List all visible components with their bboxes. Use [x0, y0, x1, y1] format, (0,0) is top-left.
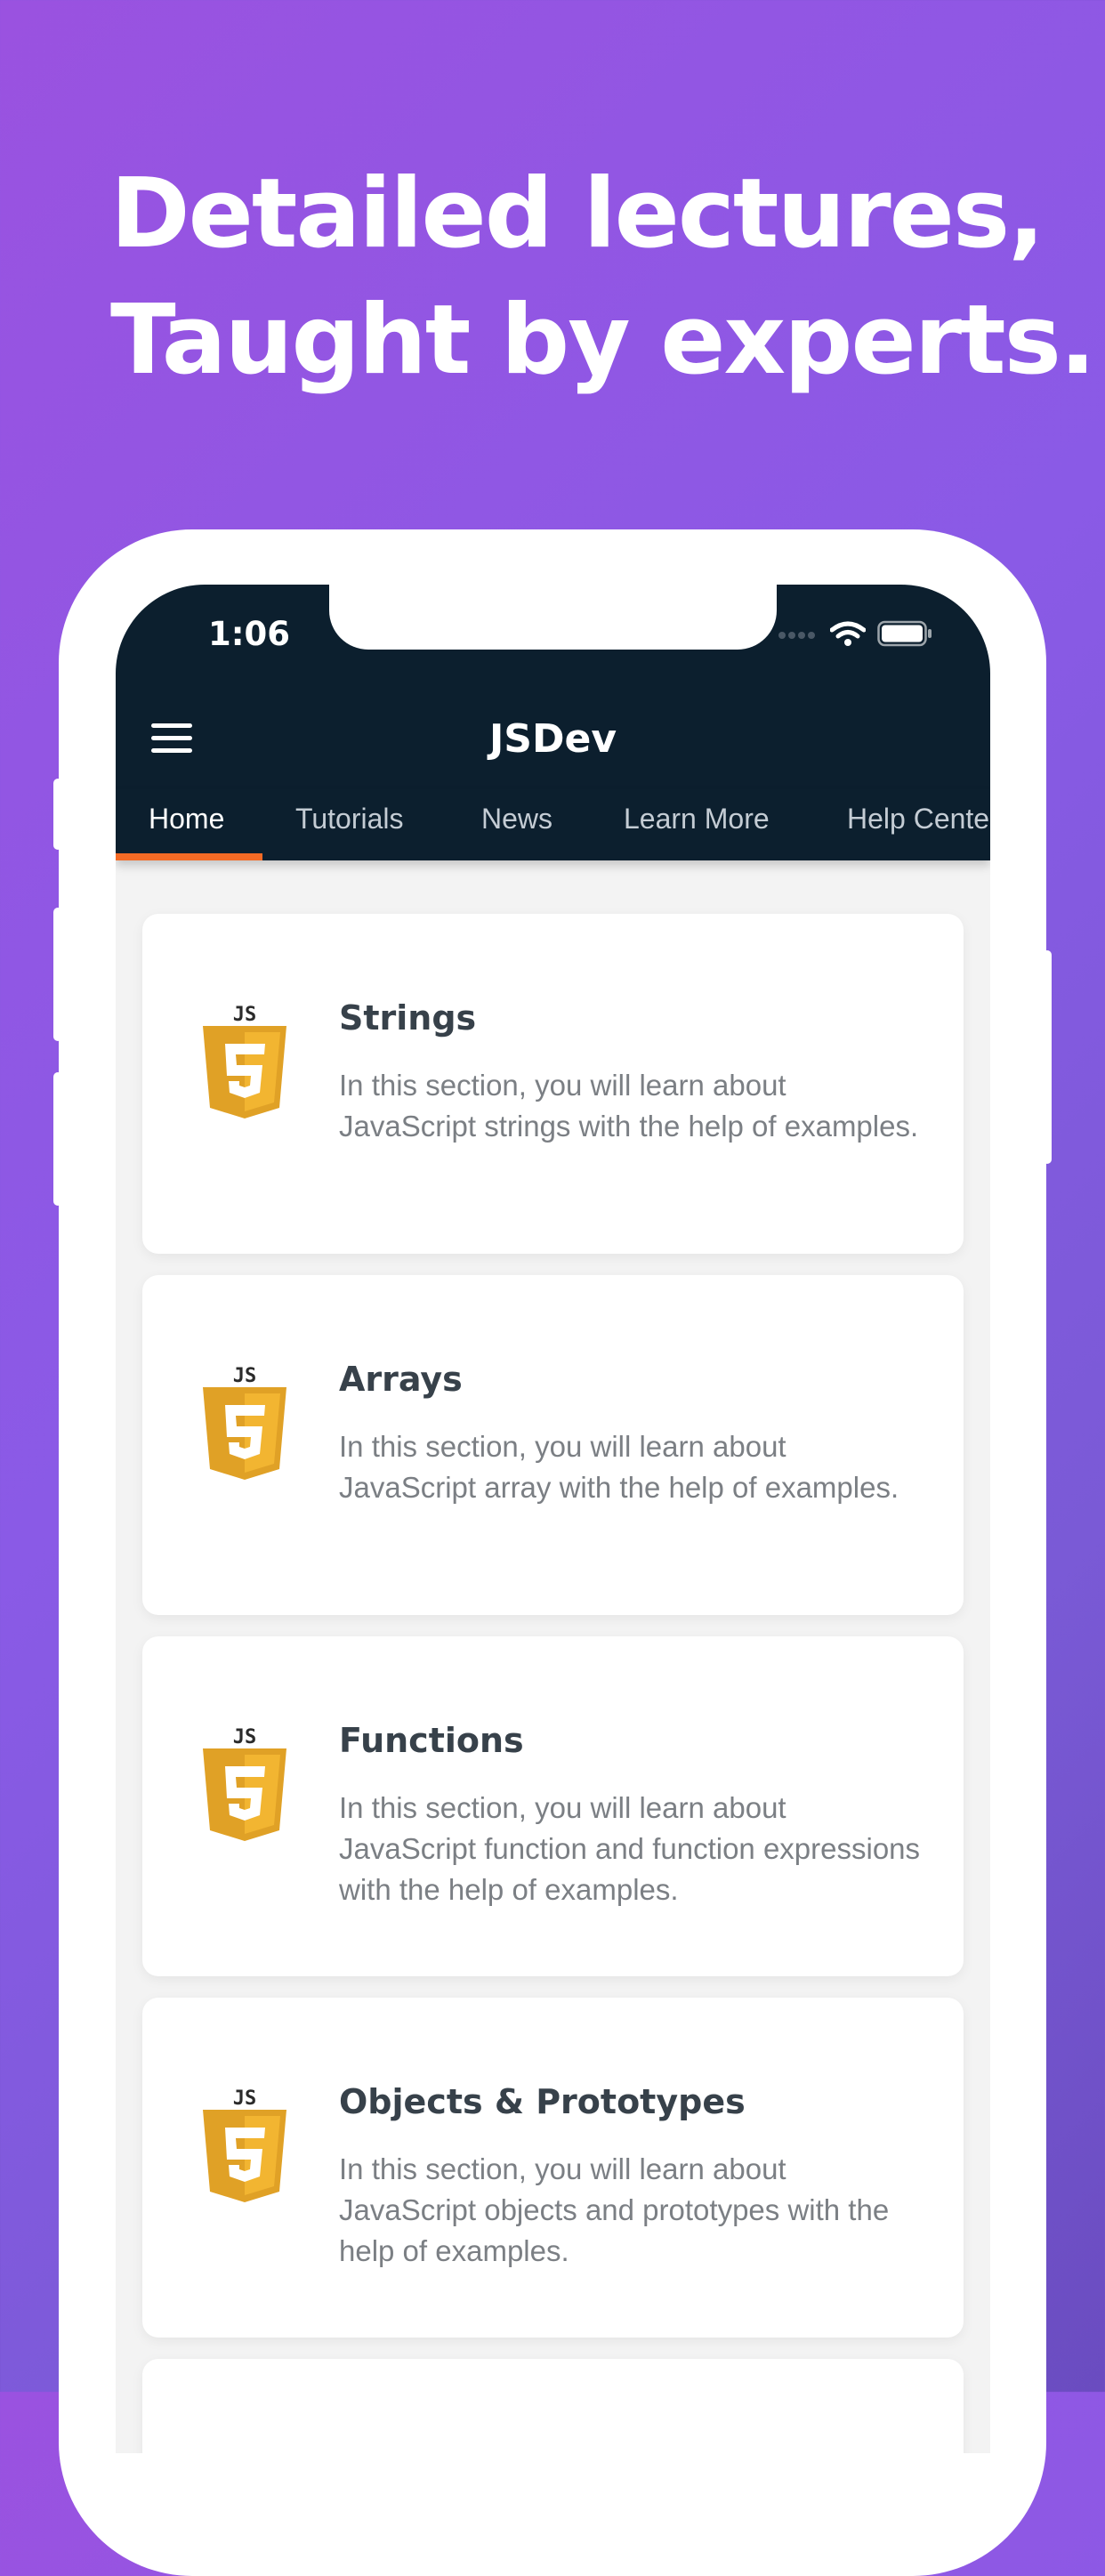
svg-text:JS: JS: [233, 1365, 257, 1387]
lecture-description: In this section, you will learn about Ja…: [339, 1430, 899, 1504]
js-html5-logo-icon: JS: [203, 1365, 286, 1480]
lecture-title: Objects & Prototypes: [339, 2082, 746, 2121]
status-time: 1:06: [208, 615, 291, 653]
lecture-card[interactable]: JS Functions In this section, you will l…: [142, 1636, 964, 1976]
headline-line-2: Taught by experts.: [110, 285, 1096, 396]
tab-help-center[interactable]: Help Center: [847, 789, 990, 860]
js-html5-logo-icon: JS: [203, 1726, 286, 1841]
headline-line-1: Detailed lectures,: [110, 158, 1045, 270]
lecture-card[interactable]: JS Objects & Prototypes In this section,…: [142, 1998, 964, 2338]
phone-volume-up: [53, 908, 62, 1041]
svg-text:JS: JS: [233, 2087, 257, 2110]
js-html5-logo-icon: JS: [203, 1004, 286, 1118]
lecture-title: Strings: [339, 998, 477, 1038]
phone-silent-switch: [53, 779, 62, 850]
tab-home[interactable]: Home: [149, 789, 224, 860]
battery-icon: [877, 620, 932, 647]
lecture-description: In this section, you will learn about Ja…: [339, 1069, 919, 1143]
app-title: JSDev: [488, 716, 617, 762]
lecture-title: Functions: [339, 1721, 524, 1760]
lecture-description: In this section, you will learn about Ja…: [339, 1791, 921, 1906]
wifi-icon: [830, 621, 866, 646]
phone-volume-down: [53, 1072, 62, 1206]
app-bar: JSDev: [116, 691, 990, 789]
svg-text:JS: JS: [233, 1004, 257, 1026]
lecture-description: In this section, you will learn about Ja…: [339, 2152, 890, 2267]
phone-notch: [329, 585, 777, 650]
lecture-title: Arrays: [339, 1360, 463, 1399]
promo-headline: Detailed lectures, Taught by experts.: [110, 151, 1096, 404]
status-bar: 1:06: [116, 585, 990, 691]
lecture-card[interactable]: JS Arrays In this section, you will lear…: [142, 1275, 964, 1615]
tab-bar: Home Tutorials News Learn More Help Cent…: [116, 789, 990, 860]
tab-tutorials[interactable]: Tutorials: [295, 789, 404, 860]
lecture-card[interactable]: JS Strings In this section, you will lea…: [142, 914, 964, 1254]
js-html5-logo-icon: JS: [203, 2087, 286, 2202]
tab-learn-more[interactable]: Learn More: [624, 789, 770, 860]
svg-text:JS: JS: [233, 1726, 257, 1748]
cellular-signal-icon: [778, 627, 823, 639]
lecture-card-partial[interactable]: [142, 2359, 964, 2453]
tab-news[interactable]: News: [481, 789, 552, 860]
phone-screen: 1:06 JSDev Home Tutorials News Learn Mor…: [116, 585, 990, 2453]
active-tab-indicator: [116, 853, 262, 860]
phone-power-button: [1043, 950, 1052, 1164]
